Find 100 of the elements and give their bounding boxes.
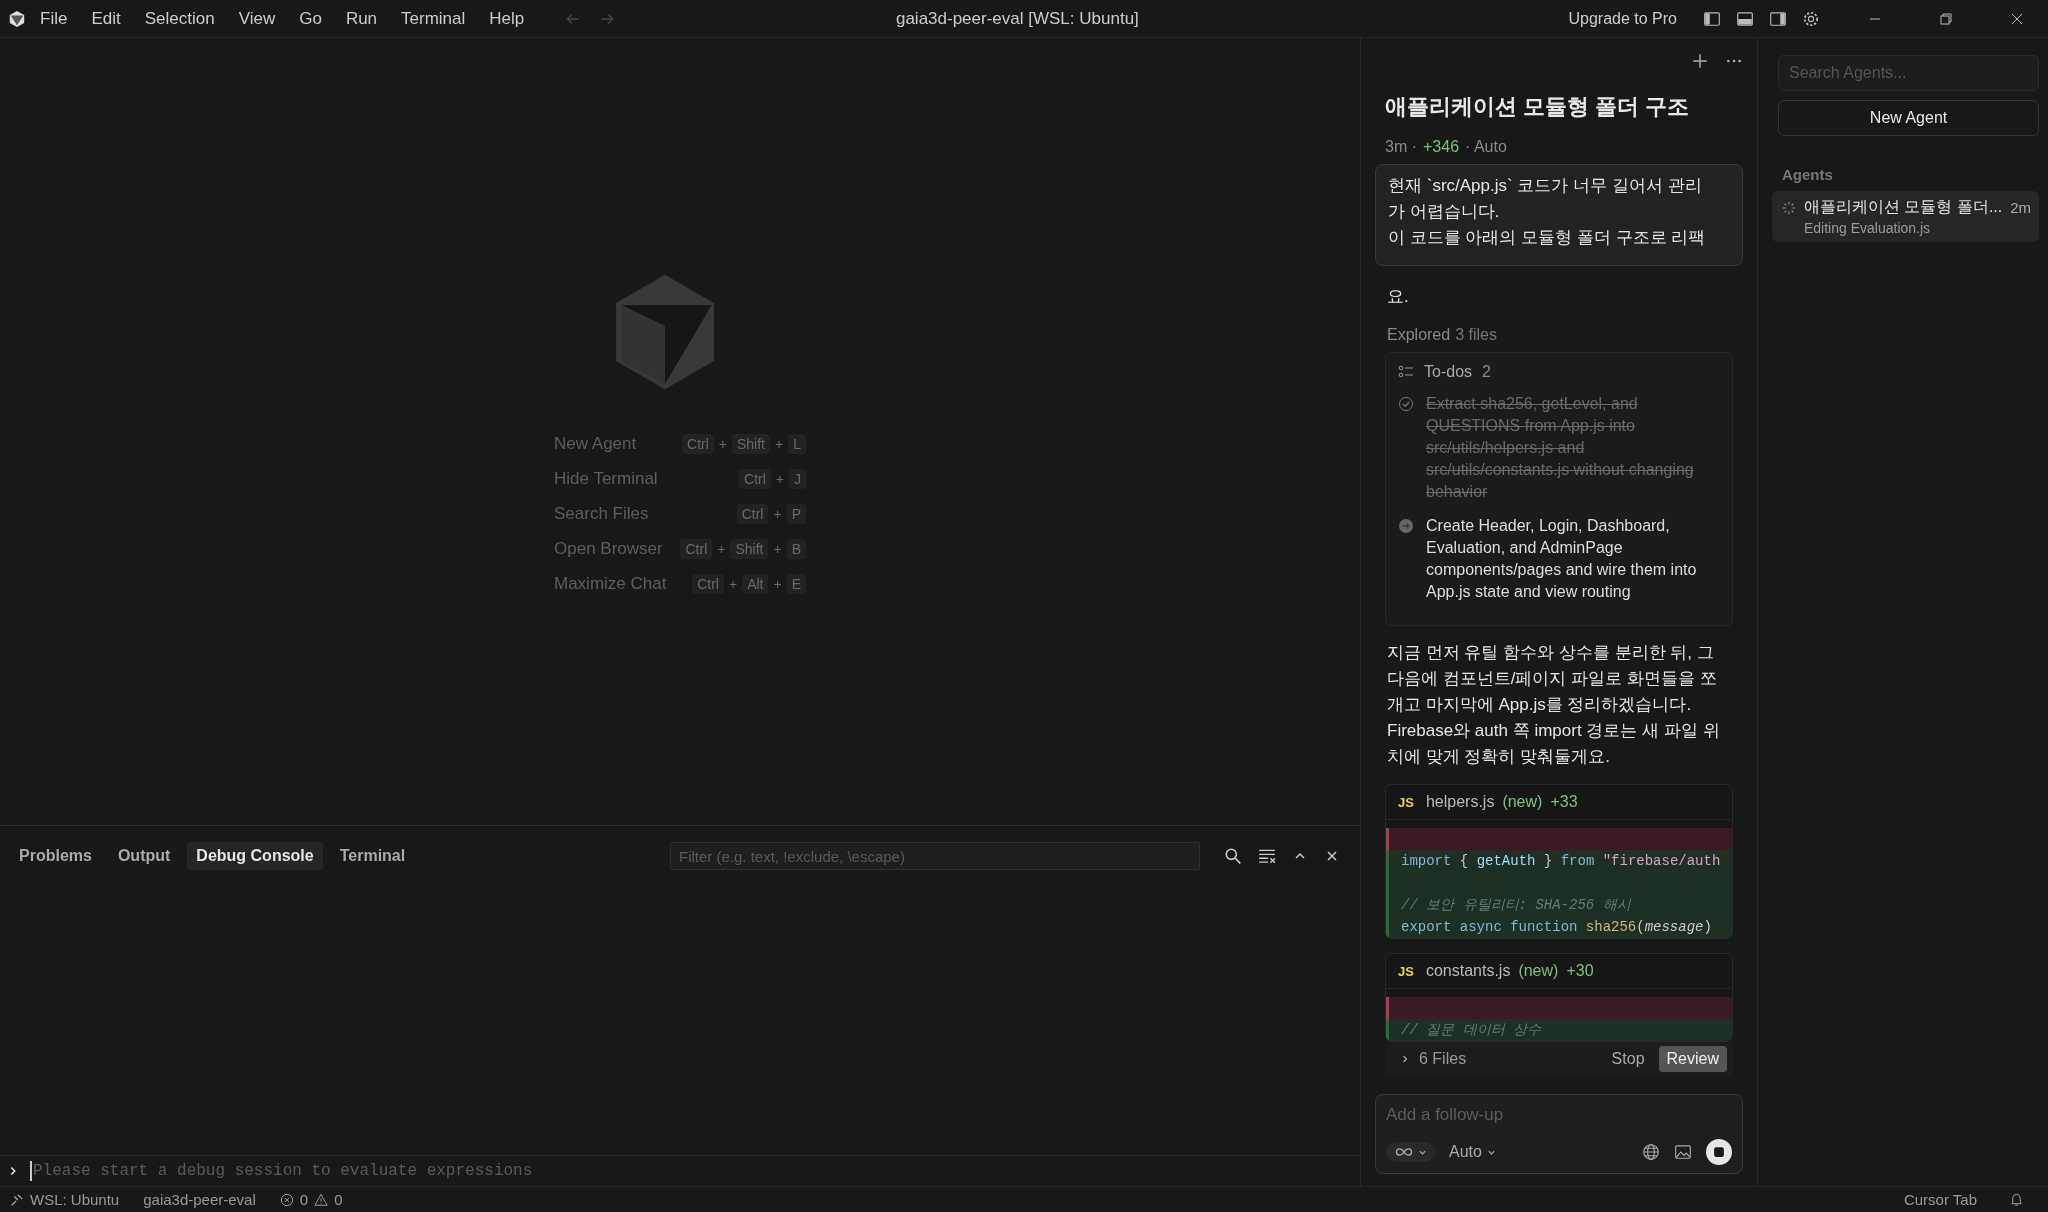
secondary-sidebar-icon[interactable] bbox=[1769, 9, 1787, 28]
todo-text: Create Header, Login, Dashboard, Evaluation, and AdminPage components/pages and wire them into App.js state and view routing bbox=[1426, 516, 1698, 602]
panel-tab[interactable]: Problems bbox=[10, 842, 101, 870]
filter-field[interactable]: Filter (e.g. text, !exclude, \escape) bbox=[670, 842, 1200, 870]
keycap: Ctrl bbox=[739, 468, 771, 489]
menu-item[interactable]: Go bbox=[299, 8, 322, 29]
stop-button[interactable]: Stop bbox=[1605, 1046, 1651, 1072]
chat-title: 애플리케이션 모듈형 폴더 구조 bbox=[1385, 93, 1691, 121]
upgrade-link[interactable]: Upgrade to Pro bbox=[1568, 9, 1677, 28]
keycap: Ctrl bbox=[692, 573, 724, 594]
plus-sign: + bbox=[775, 470, 784, 487]
reply-text: 지금 먼저 유틸 함수와 상수를 분리한 뒤, 그 다음에 컴포넌트/페이지 파일로 화면들을 쪼개고 마지막에 App.js를 정리하겠습니다. Firebase와 auth 쪽 import 경로는 새 파일 위치에 맞게 정확히 맞춰둘게요. bbox=[1387, 642, 1721, 768]
shortcut-label: Hide Terminal bbox=[554, 468, 658, 489]
agent-mode-button[interactable] bbox=[1386, 1142, 1435, 1162]
agent-time: 2m bbox=[2010, 199, 2032, 216]
menu-item[interactable]: Help bbox=[489, 8, 525, 29]
files-toggle[interactable]: 6 Files bbox=[1419, 1050, 1467, 1068]
globe-icon[interactable] bbox=[1642, 1143, 1660, 1161]
warning-count[interactable]: 0 bbox=[334, 1191, 343, 1208]
plus-sign: + bbox=[775, 435, 784, 452]
follow-up-field[interactable]: Add a follow-up bbox=[1386, 1105, 1732, 1125]
file-status: (new) bbox=[1502, 793, 1543, 811]
keycap: E bbox=[786, 573, 806, 594]
panel-tab[interactable]: Output bbox=[108, 842, 180, 870]
spinner-icon bbox=[1782, 200, 1796, 215]
panel-tab[interactable]: Terminal bbox=[330, 842, 415, 870]
keycap: Ctrl bbox=[680, 538, 713, 559]
js-file-icon: JS bbox=[1398, 794, 1414, 810]
menu-item[interactable]: Terminal bbox=[401, 8, 466, 29]
clear-console-icon[interactable] bbox=[1258, 847, 1276, 865]
plus-sign: + bbox=[717, 540, 726, 557]
keycap: B bbox=[786, 538, 806, 559]
file-name[interactable]: constants.js bbox=[1425, 962, 1511, 980]
panel-tab[interactable]: Debug Console bbox=[187, 842, 323, 870]
bell-icon[interactable] bbox=[2009, 1192, 2024, 1207]
added-count: +30 bbox=[1566, 962, 1594, 980]
search-icon[interactable] bbox=[1224, 847, 1242, 865]
explored-count: 3 files bbox=[1455, 326, 1497, 343]
keycap: J bbox=[789, 468, 806, 489]
plus-icon[interactable] bbox=[1691, 52, 1709, 70]
app-logo-icon[interactable] bbox=[8, 9, 26, 28]
plus-sign: + bbox=[773, 540, 782, 557]
chat-meta: 3m · bbox=[1385, 138, 1417, 156]
keycap: Ctrl bbox=[736, 503, 769, 524]
section-heading: Agents bbox=[1782, 166, 1834, 183]
folder-name[interactable]: gaia3d-peer-eval bbox=[143, 1191, 256, 1208]
keycap: L bbox=[788, 433, 806, 454]
shortcut-label: Search Files bbox=[554, 503, 649, 524]
console-input[interactable]: Please start a debug session to evaluate expressions bbox=[30, 1161, 1360, 1181]
keycap: Ctrl bbox=[682, 433, 714, 454]
chat-meta: +346 bbox=[1423, 138, 1460, 156]
explored-label[interactable]: Explored bbox=[1387, 326, 1451, 343]
keycap: P bbox=[786, 503, 806, 524]
keycap: Shift bbox=[732, 433, 770, 454]
stop-icon[interactable] bbox=[1706, 1139, 1732, 1165]
js-file-icon: JS bbox=[1398, 963, 1414, 979]
shortcut-label: New Agent bbox=[554, 433, 637, 454]
restore-icon[interactable] bbox=[1938, 10, 1954, 27]
sidebar-toggle-icon[interactable] bbox=[1703, 9, 1721, 28]
plus-sign: + bbox=[773, 505, 782, 522]
shortcut-label: Maximize Chat bbox=[554, 573, 667, 594]
warning-icon[interactable] bbox=[314, 1192, 329, 1207]
plus-sign: + bbox=[718, 435, 727, 452]
agent-title: 애플리케이션 모듈형 폴더... bbox=[1804, 197, 2003, 217]
cursor-tab-status[interactable]: Cursor Tab bbox=[1903, 1191, 1977, 1208]
remote-indicator[interactable]: WSL: Ubuntu bbox=[30, 1191, 120, 1208]
image-icon[interactable] bbox=[1674, 1143, 1692, 1161]
todo-count: 2 bbox=[1482, 363, 1491, 381]
plus-sign: + bbox=[773, 575, 782, 592]
agent-status: Editing Evaluation.js bbox=[1804, 220, 1932, 236]
menu-item[interactable]: Run bbox=[345, 8, 378, 29]
infinity-icon bbox=[1394, 1147, 1414, 1157]
menu-item[interactable]: Edit bbox=[91, 8, 121, 29]
chat-meta: · Auto bbox=[1465, 138, 1507, 156]
menu-item[interactable]: File bbox=[40, 8, 68, 29]
user-message[interactable]: 현재 `src/App.js` 코드가 너무 길어서 관리 가 어렵습니다. 이 코드를 아래의 모듈형 폴더 구조로 리팩 bbox=[1375, 164, 1743, 266]
window-title: gaia3d-peer-eval [WSL: Ubuntu] bbox=[895, 8, 1139, 29]
checklist-icon bbox=[1398, 364, 1414, 380]
todo-title: To-dos bbox=[1424, 363, 1473, 381]
keycap: Shift bbox=[730, 538, 769, 559]
agent-item[interactable]: 애플리케이션 모듈형 폴더... 2m Editing Evaluation.js bbox=[1772, 191, 2040, 242]
keycap: Alt bbox=[742, 573, 769, 594]
menu-item[interactable]: Selection bbox=[144, 8, 215, 29]
error-icon[interactable] bbox=[279, 1192, 294, 1207]
todo-text: Extract sha256, getLevel, and QUESTIONS from App.js into src/utils/helpers.js and src/utils/constants.js without changing behavior bbox=[1426, 394, 1695, 502]
plus-sign: + bbox=[728, 575, 738, 592]
cube-logo-icon bbox=[613, 273, 717, 391]
shortcut-label: Open Browser bbox=[554, 538, 663, 559]
remote-icon[interactable] bbox=[10, 1192, 24, 1207]
panel-toggle-icon[interactable] bbox=[1736, 9, 1754, 28]
new-agent-button[interactable]: New Agent bbox=[1778, 100, 2040, 136]
error-count[interactable]: 0 bbox=[299, 1191, 309, 1208]
model-dropdown[interactable]: Auto bbox=[1449, 1143, 1496, 1161]
added-count: +33 bbox=[1550, 793, 1578, 811]
search-field[interactable]: Search Agents... bbox=[1778, 55, 2040, 91]
review-button[interactable]: Review bbox=[1658, 1046, 1727, 1072]
settings-icon[interactable] bbox=[1802, 9, 1820, 28]
menu-item[interactable]: View bbox=[238, 8, 276, 29]
reply-text: 요. bbox=[1387, 286, 1410, 308]
file-name[interactable]: helpers.js bbox=[1425, 793, 1495, 811]
